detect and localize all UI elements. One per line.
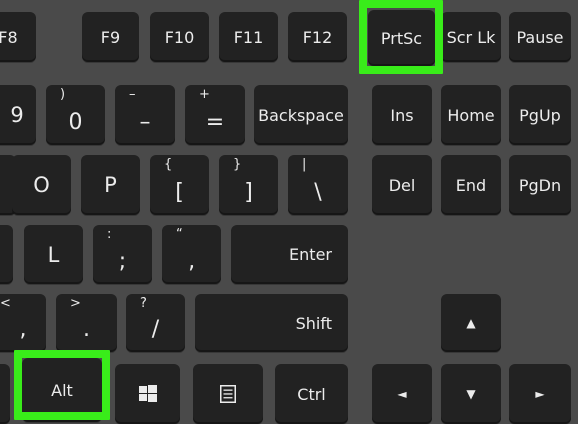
left-arrow-icon: ◄: [397, 387, 407, 401]
down-arrow-icon: ▼: [466, 387, 476, 401]
key-l-label: L: [47, 242, 60, 267]
key-f12: F12: [288, 12, 347, 62]
key-pgdn: PgDn: [509, 155, 571, 215]
key-0-label: 0: [68, 110, 83, 135]
key-enter-label: Enter: [289, 245, 332, 264]
key-prtsc: PrtSc: [368, 10, 435, 66]
key-f9-label: F9: [100, 27, 121, 47]
key-backslash-label: \: [314, 180, 322, 205]
key-quote-label: ‚: [188, 249, 195, 274]
key-f9: F9: [82, 12, 139, 62]
key-0: ) 0: [46, 85, 105, 145]
key-ins-label: Ins: [390, 105, 414, 125]
key-minus-label: –: [139, 110, 151, 135]
key-backslash-shift-label: |: [302, 157, 307, 172]
key-slash: ? /: [126, 294, 185, 352]
key-ctrl-label: Ctrl: [297, 384, 326, 404]
key-9: 9: [0, 85, 36, 145]
key-o: O: [12, 155, 71, 215]
key-arrow-right: ►: [509, 364, 571, 424]
key-alt: Alt: [22, 358, 102, 422]
key-f11: F11: [219, 12, 278, 62]
key-f12-label: F12: [302, 27, 333, 47]
key-home-label: Home: [447, 105, 495, 125]
key-shift: Shift: [195, 294, 348, 352]
right-arrow-icon: ►: [535, 387, 545, 401]
key-alt-label: Alt: [51, 380, 73, 400]
key-prtsc-label: PrtSc: [380, 28, 423, 48]
key-backspace-label: Backspace: [258, 105, 344, 125]
key-end: End: [441, 155, 501, 215]
key-rbracket: } ]: [219, 155, 278, 215]
key-ctrl: Ctrl: [275, 364, 348, 424]
key-p: P: [81, 155, 140, 215]
key-9-label: 9: [10, 103, 24, 127]
keyboard-photo: F8 F9 F10 F11 F12 PrtSc Scr Lk Pause 9 )…: [0, 0, 578, 424]
key-l: L: [24, 225, 83, 284]
key-f8-label: F8: [0, 27, 18, 47]
key-period-shift-label: >: [70, 296, 81, 311]
key-lbracket-shift-label: {: [164, 157, 173, 172]
key-minus: – –: [115, 85, 175, 145]
key-lbracket: { [: [150, 155, 209, 215]
key-enter: Enter: [231, 225, 348, 284]
up-arrow-icon: ▲: [466, 316, 476, 330]
key-pgdn-label: PgDn: [518, 175, 562, 195]
key-rbracket-shift-label: }: [233, 157, 242, 172]
key-f10: F10: [150, 12, 209, 62]
key-lbracket-label: [: [175, 180, 184, 205]
key-pgup: PgUp: [509, 85, 571, 145]
key-quote-shift-label: “: [176, 227, 183, 242]
key-f11-label: F11: [233, 27, 264, 47]
key-arrow-up: ▲: [441, 294, 501, 352]
key-end-label: End: [455, 175, 487, 195]
key-arrow-left: ◄: [372, 364, 432, 424]
key-backslash: | \: [288, 155, 348, 215]
key-p-label: P: [104, 173, 117, 197]
key-minus-shift-label: –: [129, 87, 136, 102]
key-period-label: .: [83, 317, 90, 342]
key-f8: F8: [0, 12, 36, 62]
key-equals: + =: [185, 85, 245, 145]
key-pgup-label: PgUp: [519, 105, 561, 125]
key-fn-partial: [0, 364, 10, 424]
key-pause: Pause: [509, 12, 571, 62]
key-scrlk: Scr Lk: [441, 12, 501, 62]
key-pause-label: Pause: [516, 27, 564, 47]
key-slash-shift-label: ?: [140, 296, 147, 311]
key-semicolon-label: ;: [118, 249, 127, 274]
key-rbracket-label: ]: [244, 180, 253, 205]
key-period: > .: [56, 294, 117, 352]
key-semicolon: : ;: [93, 225, 152, 284]
key-comma: < ,: [0, 294, 46, 352]
key-menu: [193, 364, 263, 424]
key-semicolon-shift-label: :: [107, 227, 112, 242]
key-equals-shift-label: +: [199, 87, 210, 102]
key-backspace: Backspace: [254, 85, 348, 145]
key-equals-label: =: [205, 110, 225, 135]
key-k-partial: [0, 225, 13, 284]
key-slash-label: /: [151, 317, 160, 342]
windows-logo-icon: [138, 385, 157, 402]
key-o-label: O: [33, 173, 50, 197]
key-scrlk-label: Scr Lk: [446, 27, 496, 47]
key-shift-label: Shift: [295, 313, 332, 333]
key-comma-shift-label: <: [0, 296, 11, 311]
key-del-label: Del: [388, 175, 416, 195]
key-arrow-down: ▼: [441, 364, 501, 424]
context-menu-icon: [220, 385, 236, 403]
key-f10-label: F10: [164, 27, 195, 47]
key-ins: Ins: [372, 85, 432, 145]
key-0-shift-label: ): [60, 87, 66, 102]
key-quote: “ ‚: [162, 225, 221, 284]
key-windows: [115, 364, 180, 424]
key-home: Home: [441, 85, 501, 145]
key-del: Del: [372, 155, 432, 215]
key-comma-label: ,: [19, 317, 27, 342]
